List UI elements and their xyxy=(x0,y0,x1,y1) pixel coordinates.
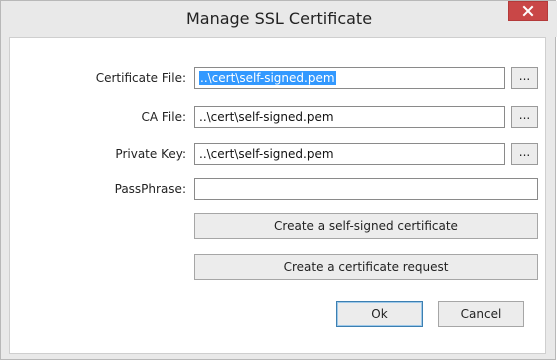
private-key-browse-button[interactable]: ... xyxy=(511,143,538,165)
ok-button[interactable]: Ok xyxy=(336,301,423,327)
ssl-certificate-dialog: Manage SSL Certificate Certificate File:… xyxy=(0,0,557,360)
private-key-value: ..\cert\self-signed.pem xyxy=(199,147,334,161)
passphrase-label: PassPhrase: xyxy=(114,182,186,196)
ca-file-label: CA File: xyxy=(141,110,186,124)
create-self-signed-button[interactable]: Create a self-signed certificate xyxy=(194,213,538,239)
private-key-field[interactable]: ..\cert\self-signed.pem xyxy=(194,143,505,165)
private-key-label: Private Key: xyxy=(115,147,186,161)
certificate-file-browse-button[interactable]: ... xyxy=(511,67,538,89)
dialog-title: Manage SSL Certificate xyxy=(185,9,373,28)
ca-file-value: ..\cert\self-signed.pem xyxy=(199,110,334,124)
cancel-button[interactable]: Cancel xyxy=(438,301,524,327)
certificate-file-field[interactable]: ..\cert\self-signed.pem xyxy=(194,67,505,89)
ca-file-browse-button[interactable]: ... xyxy=(511,106,538,128)
certificate-file-label: Certificate File: xyxy=(95,71,186,85)
create-request-button[interactable]: Create a certificate request xyxy=(194,254,538,280)
passphrase-field[interactable] xyxy=(194,178,538,200)
close-button[interactable] xyxy=(508,1,548,21)
dialog-content: Certificate File: ..\cert\self-signed.pe… xyxy=(9,37,546,354)
close-icon xyxy=(522,5,534,17)
ca-file-field[interactable]: ..\cert\self-signed.pem xyxy=(194,106,505,128)
title-bar[interactable]: Manage SSL Certificate xyxy=(1,1,557,37)
certificate-file-value: ..\cert\self-signed.pem xyxy=(199,71,336,85)
